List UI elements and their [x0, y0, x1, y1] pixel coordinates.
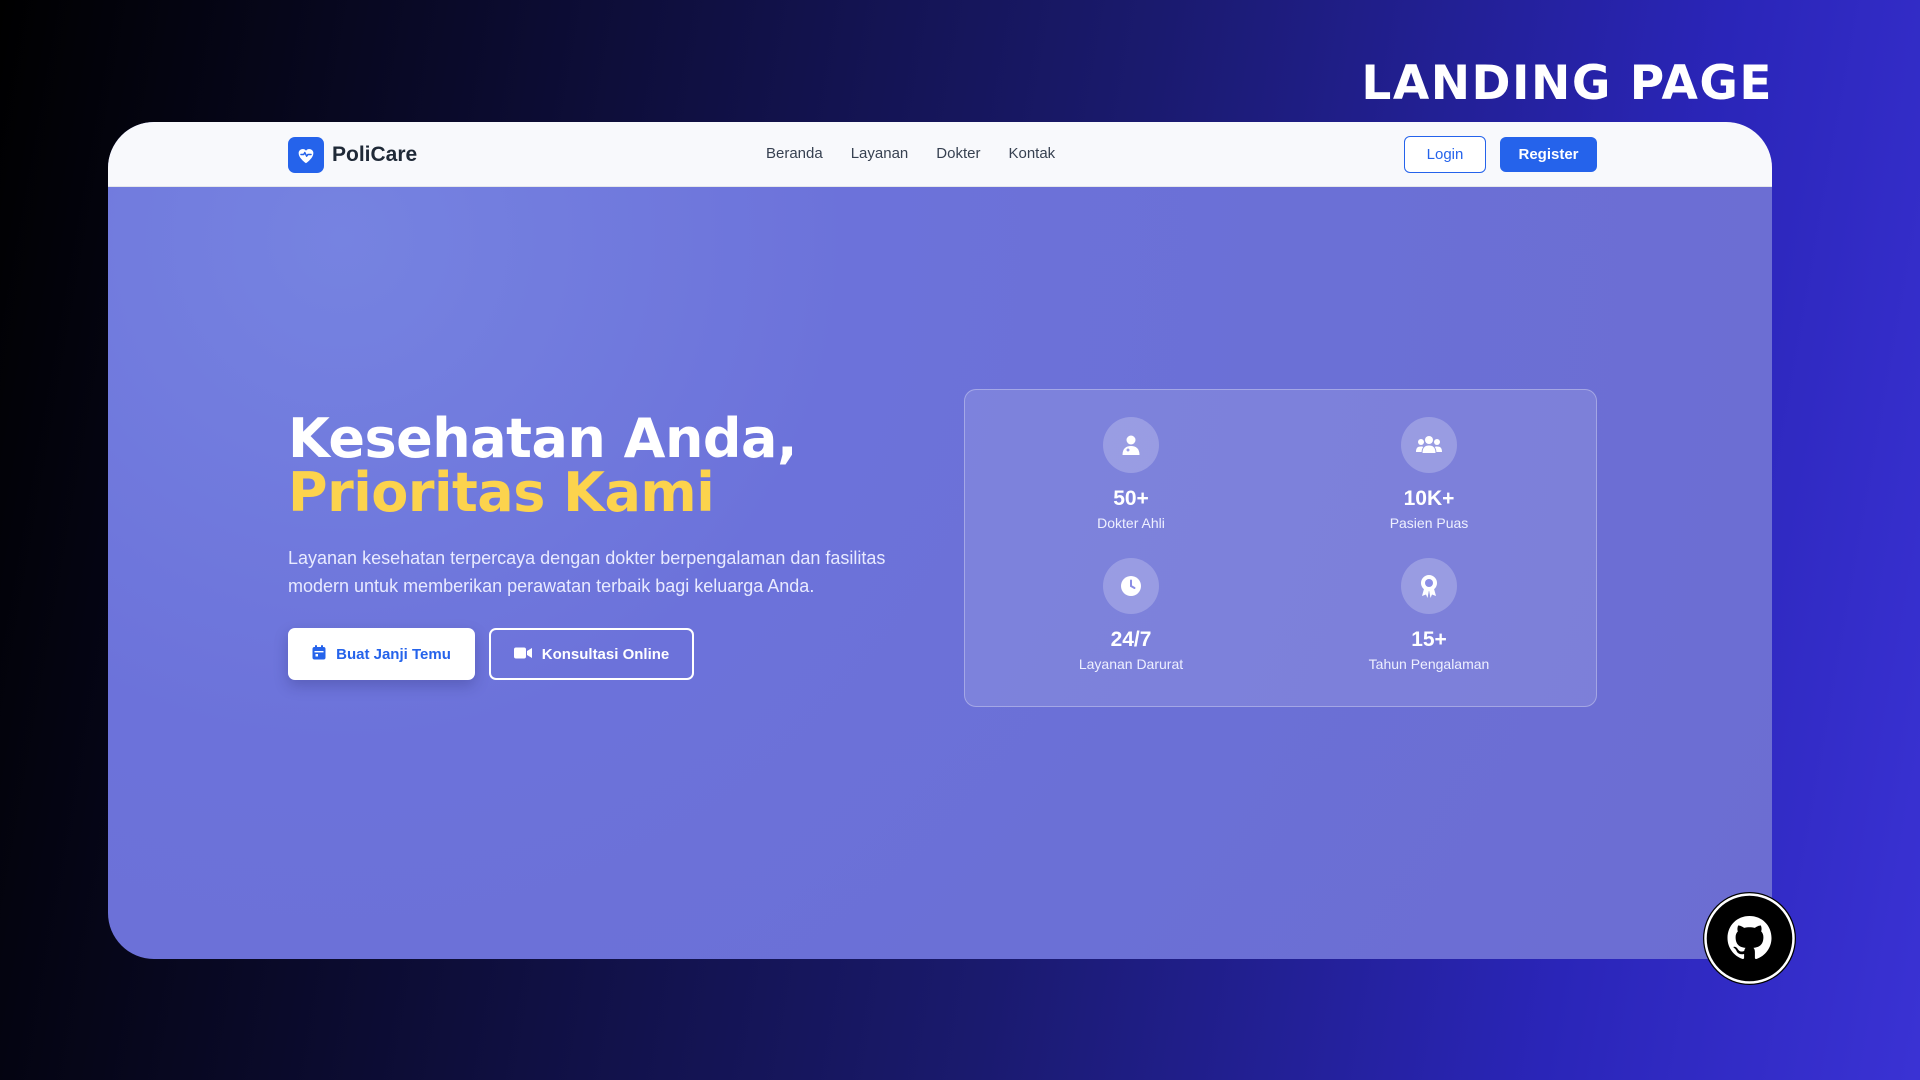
award-icon: [1401, 558, 1457, 614]
github-icon[interactable]: [1703, 892, 1796, 985]
stat-doctors: 50+ Dokter Ahli: [1021, 417, 1241, 531]
stat-emergency: 24/7 Layanan Darurat: [1021, 558, 1241, 672]
book-appointment-button[interactable]: Buat Janji Temu: [288, 628, 475, 680]
stat-label: Dokter Ahli: [1097, 515, 1165, 531]
navbar: PoliCare Beranda Layanan Dokter Kontak L…: [108, 122, 1772, 187]
heart-icon: [288, 137, 324, 173]
showcase-title: LANDING PAGE: [1361, 56, 1773, 111]
video-camera-icon: [513, 646, 532, 663]
stat-value: 50+: [1113, 487, 1149, 510]
doctor-icon: [1103, 417, 1159, 473]
stats-card: 50+ Dokter Ahli 10K+ Pasien Puas 24/7 La…: [964, 389, 1597, 707]
stat-label: Tahun Pengalaman: [1368, 656, 1490, 672]
stat-label: Pasien Puas: [1389, 515, 1469, 531]
calendar-icon: [312, 644, 326, 664]
brand[interactable]: PoliCare: [288, 137, 417, 173]
nav-link-kontak[interactable]: Kontak: [1008, 145, 1055, 162]
brand-name: PoliCare: [332, 143, 418, 166]
nav-links: Beranda Layanan Dokter Kontak: [766, 145, 1055, 162]
stat-patients: 10K+ Pasien Puas: [1319, 417, 1539, 531]
book-appointment-label: Buat Janji Temu: [336, 645, 451, 663]
clock-icon: [1103, 558, 1159, 614]
register-button[interactable]: Register: [1500, 137, 1597, 172]
online-consultation-label: Konsultasi Online: [541, 645, 670, 663]
online-consultation-button[interactable]: Konsultasi Online: [489, 628, 694, 680]
nav-link-beranda[interactable]: Beranda: [766, 145, 823, 162]
nav-link-layanan[interactable]: Layanan: [851, 145, 909, 162]
hero-title-line1: Kesehatan Anda,: [288, 407, 798, 470]
hero-title: Kesehatan Anda, Prioritas Kami: [288, 407, 798, 524]
stat-value: 24/7: [1110, 628, 1152, 651]
users-icon: [1401, 417, 1457, 473]
stat-value: 15+: [1411, 628, 1447, 651]
nav-link-dokter[interactable]: Dokter: [936, 145, 980, 162]
hero-description: Layanan kesehatan terpercaya dengan dokt…: [288, 548, 886, 596]
stat-value: 10K+: [1403, 487, 1455, 510]
hero-title-line2: Prioritas Kami: [288, 461, 715, 524]
login-button[interactable]: Login: [1404, 136, 1486, 173]
browser-frame: PoliCare Beranda Layanan Dokter Kontak L…: [108, 122, 1772, 959]
stat-experience: 15+ Tahun Pengalaman: [1319, 558, 1539, 672]
stat-label: Layanan Darurat: [1078, 656, 1184, 672]
